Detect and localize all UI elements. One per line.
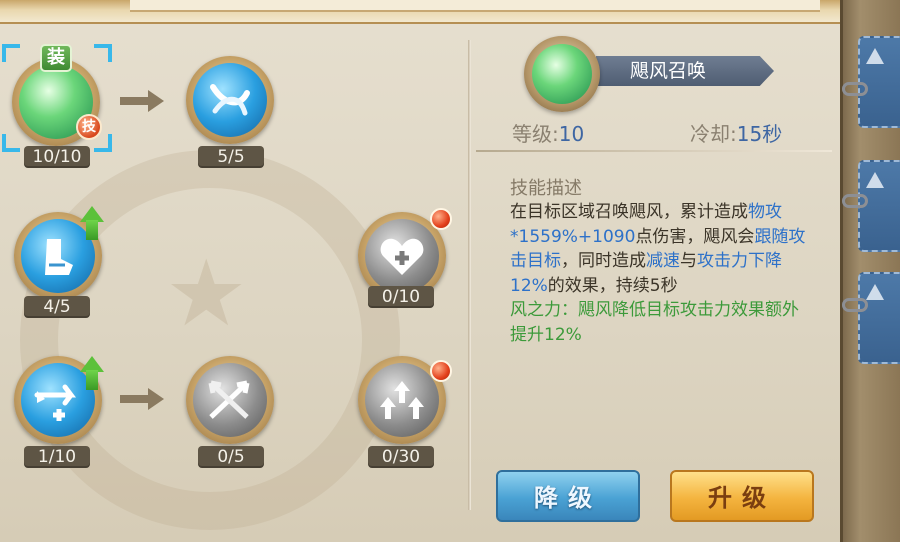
desc-slow: 减速 <box>646 251 680 271</box>
skill-name: 飓风召唤 <box>596 56 774 86</box>
new-dot-icon <box>430 208 452 230</box>
upgrade-available-icon <box>80 356 104 390</box>
skill-description: 在目标区域召唤飓风，累计造成物攻*1559%+1090点伤害，飓风会跟随攻击目标… <box>510 200 810 347</box>
crossed-arrows-icon <box>193 363 267 437</box>
side-tab-3[interactable] <box>858 272 900 364</box>
skill-count: 0/30 <box>368 446 434 468</box>
detail-separator <box>476 150 832 152</box>
top-frame <box>0 0 840 24</box>
skill-detail-icon <box>524 36 600 112</box>
cooldown-value: 15秒 <box>736 122 783 146</box>
binder-ring-1 <box>842 82 868 96</box>
description-title: 技能描述 <box>510 178 582 199</box>
skill-cooldown: 冷却:15秒 <box>690 118 782 147</box>
downgrade-button[interactable]: 降级 <box>496 470 640 522</box>
upgrade-button[interactable]: 升级 <box>670 470 814 522</box>
triple-up-arrows-icon <box>365 363 439 437</box>
desc-text: 在目标区域召唤飓风，累计造成 <box>510 202 748 222</box>
skill-node-wind-spiral[interactable] <box>186 56 274 144</box>
level-label: 等级: <box>512 122 559 146</box>
arrow-right-icon <box>120 388 166 410</box>
desc-wind-power: 风之力：飓风降低目标攻击力效果额外提升12% <box>510 300 799 345</box>
panel-divider <box>468 40 471 510</box>
skill-count: 4/5 <box>24 296 90 318</box>
whirlwind-icon <box>193 63 267 137</box>
arrow-right-icon <box>120 90 166 112</box>
skill-count: 0/5 <box>198 446 264 468</box>
upgrade-available-icon <box>80 206 104 240</box>
skill-badge: 技 <box>76 114 102 140</box>
desc-text: 与 <box>680 251 697 271</box>
binder-ring-3 <box>842 298 868 312</box>
skill-node-crossed-blades[interactable] <box>186 356 274 444</box>
equipped-badge: 装 <box>40 44 72 72</box>
skill-level: 等级:10 <box>512 118 584 147</box>
desc-text: ，同时造成 <box>561 251 646 271</box>
cooldown-label: 冷却: <box>690 122 737 146</box>
binder-ring-2 <box>842 194 868 208</box>
desc-text: 的效果，持续5秒 <box>547 275 678 296</box>
heart-plus-icon <box>365 219 439 293</box>
skill-count: 0/10 <box>368 286 434 308</box>
green-orb-icon <box>532 44 592 104</box>
skill-tree-screen: ★ 装 技 10/10 5/5 4/5 0/10 1/10 0/5 0/30 飓… <box>0 0 900 542</box>
skill-count: 10/10 <box>24 146 90 168</box>
desc-text: 点伤害，飓风会 <box>635 226 755 247</box>
background-star: ★ <box>165 240 248 347</box>
skill-count: 5/5 <box>198 146 264 168</box>
level-value: 10 <box>558 122 585 146</box>
new-dot-icon <box>430 360 452 382</box>
skill-count: 1/10 <box>24 446 90 468</box>
